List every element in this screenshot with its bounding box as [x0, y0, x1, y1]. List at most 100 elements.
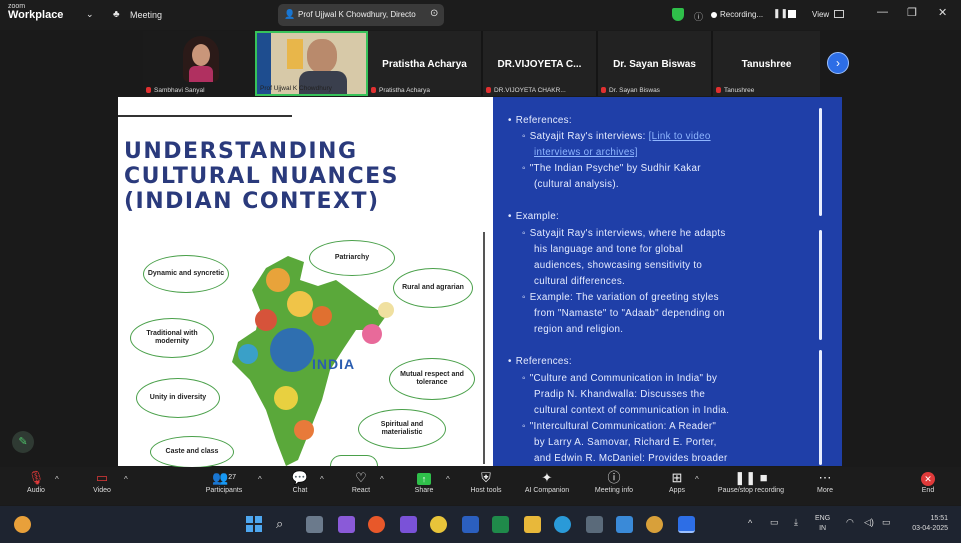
language-indicator[interactable]: ENG IN	[815, 514, 830, 534]
app-icon[interactable]	[368, 516, 385, 533]
copilot-icon[interactable]	[338, 516, 355, 533]
slide-title: UNDERSTANDING CULTURAL NUANCES (INDIAN C…	[124, 139, 399, 214]
video-tile[interactable]: Sambhavi Sanyal	[143, 31, 255, 96]
reference-link-cont[interactable]: interviews or archives]	[534, 145, 638, 161]
video-tile[interactable]: Tanushree Tanushree	[713, 31, 820, 96]
more-icon: ⋯	[818, 470, 832, 485]
volume-icon[interactable]: ◁)	[864, 517, 874, 528]
participant-name: Prof Ujjwal K Chowdhury	[260, 85, 332, 92]
participants-count: 27	[228, 474, 236, 481]
video-tile[interactable]: Pratistha Acharya Pratistha Acharya	[368, 31, 481, 96]
task-view-icon[interactable]	[306, 516, 323, 533]
pause-stop-recording-button[interactable]: ❚❚ ■ Pause/stop recording	[707, 467, 795, 505]
apps-button[interactable]: ⊞ Apps	[662, 467, 692, 505]
chevron-up-icon[interactable]: ^	[380, 475, 384, 484]
zoom-taskbar-icon[interactable]	[678, 516, 695, 533]
host-tools-button[interactable]: ⛨ Host tools	[464, 467, 508, 505]
app-icon[interactable]	[616, 516, 633, 533]
annotate-pen-button[interactable]: ✎	[12, 431, 34, 453]
participant-name: Dr. Sayan Biswas	[609, 87, 660, 94]
example-line: audiences, showcasing sensitivity to	[534, 260, 703, 271]
end-button[interactable]: ✕ End	[913, 467, 943, 505]
example-line: from "Namaste" to "Adaab" depending on	[534, 308, 725, 319]
chevron-up-icon[interactable]: ^	[748, 518, 752, 528]
video-tile[interactable]: Dr. Sayan Biswas Dr. Sayan Biswas	[598, 31, 711, 96]
participant-name: Sambhavi Sanyal	[154, 87, 205, 94]
meeting-toolbar: 🎙 Audio ^ ▭ Video ^ 👥27 Participants ^ 💬 Cha…	[0, 467, 961, 505]
chevron-up-icon[interactable]: ^	[695, 475, 699, 484]
teams-icon[interactable]	[400, 516, 417, 533]
participant-display-name: Pratistha Acharya	[382, 59, 467, 70]
ai-companion-button[interactable]: ✦ AI Companion	[518, 467, 576, 505]
chevron-up-icon[interactable]: ^	[55, 475, 59, 484]
references-heading: • References:	[508, 356, 572, 367]
view-icon	[834, 10, 844, 18]
next-page-button[interactable]: ›	[827, 52, 849, 74]
chevron-up-icon[interactable]: ^	[320, 475, 324, 484]
participants-button[interactable]: 👥27 Participants	[198, 467, 250, 505]
trait-bubble: Mutual respect and tolerance	[389, 358, 475, 400]
stop-icon[interactable]	[788, 10, 796, 18]
start-button[interactable]	[246, 516, 263, 533]
clock[interactable]: 15:51 03-04-2025	[902, 514, 948, 534]
meeting-label[interactable]: Meeting	[130, 10, 162, 20]
pause-icon[interactable]: ❚❚	[773, 8, 788, 19]
edge-icon[interactable]	[554, 516, 571, 533]
chevron-down-icon[interactable]: ⌄	[86, 9, 94, 20]
reference-line: Pradip N. Khandwalla: Discusses the	[534, 389, 706, 400]
weather-widget-icon[interactable]	[14, 516, 31, 533]
video-tile[interactable]: DR.VIJOYETA C... DR.VIJOYETA CHAKR...	[483, 31, 596, 96]
example-line: cultural differences.	[534, 276, 626, 287]
video-tile-active-speaker[interactable]: Prof Ujjwal K Chowdhury	[255, 31, 368, 96]
reference-item: ◦ Satyajit Ray's interviews: [Link to vid…	[522, 131, 711, 142]
title-bar: zoom Workplace ⌄ ♣ Meeting Prof Ujjwal K…	[0, 0, 961, 30]
trait-bubble: Traditional with modernity	[130, 318, 214, 358]
restore-icon[interactable]: ❐	[907, 6, 917, 19]
example-line: region and religion.	[534, 324, 624, 335]
close-icon[interactable]: ✕	[938, 6, 947, 19]
search-icon[interactable]: ⌕	[276, 516, 293, 533]
slide-decor-line	[819, 350, 822, 465]
trait-bubble: Caste and class	[150, 436, 234, 468]
app-icon[interactable]	[646, 516, 663, 533]
example-item: ◦ Example: The variation of greeting styl…	[522, 292, 719, 303]
audio-button[interactable]: 🎙 Audio	[18, 467, 54, 505]
participant-name: DR.VIJOYETA CHAKR...	[494, 87, 566, 94]
reference-item: ◦ "Intercultural Communication: A Reader"	[522, 421, 717, 432]
chevron-up-icon[interactable]: ^	[258, 475, 262, 484]
wifi-icon[interactable]: ◠	[846, 517, 854, 528]
view-menu[interactable]: View	[812, 10, 829, 19]
chat-button[interactable]: 💬 Chat	[285, 467, 315, 505]
chrome-icon[interactable]	[430, 516, 447, 533]
reference-link[interactable]: [Link to video	[649, 131, 711, 142]
tray-icon[interactable]: ▭	[770, 517, 779, 528]
mic-muted-icon	[146, 87, 151, 94]
file-explorer-icon[interactable]	[524, 516, 541, 533]
minimize-icon[interactable]: —	[877, 6, 888, 18]
download-icon[interactable]: ⤓	[794, 517, 798, 528]
video-button[interactable]: ▭ Video	[84, 467, 120, 505]
slide-vertical-rule	[483, 232, 485, 464]
battery-icon[interactable]: ▭	[882, 517, 891, 528]
chevron-up-icon[interactable]: ^	[124, 475, 128, 484]
pen-icon: ✎	[18, 436, 28, 448]
pause-stop-icon: ❚❚ ■	[734, 470, 768, 485]
reference-item-cont: (cultural analysis).	[534, 179, 619, 190]
excel-icon[interactable]	[492, 516, 509, 533]
share-button[interactable]: ↑ Share	[408, 467, 440, 505]
shield-icon: ⛨	[481, 470, 491, 485]
meeting-info-button[interactable]: ⓘ Meeting info	[588, 467, 640, 505]
react-button[interactable]: ♡ React	[345, 467, 377, 505]
shield-icon[interactable]	[672, 8, 684, 21]
trait-bubble: Rural and agrarian	[393, 268, 473, 308]
presenter-indicator[interactable]: Prof Ujjwal K Chowdhury, Directo	[278, 4, 444, 26]
participant-video	[307, 39, 337, 73]
more-button[interactable]: ⋯ More	[810, 467, 840, 505]
app-icon[interactable]	[586, 516, 603, 533]
chevron-up-icon[interactable]: ^	[446, 475, 450, 484]
word-icon[interactable]	[462, 516, 479, 533]
meeting-icon: ♣	[113, 9, 120, 20]
more-options-icon[interactable]: ⊙	[430, 8, 438, 19]
info-icon[interactable]: ⓘ	[694, 10, 703, 23]
end-icon: ✕	[921, 472, 935, 486]
